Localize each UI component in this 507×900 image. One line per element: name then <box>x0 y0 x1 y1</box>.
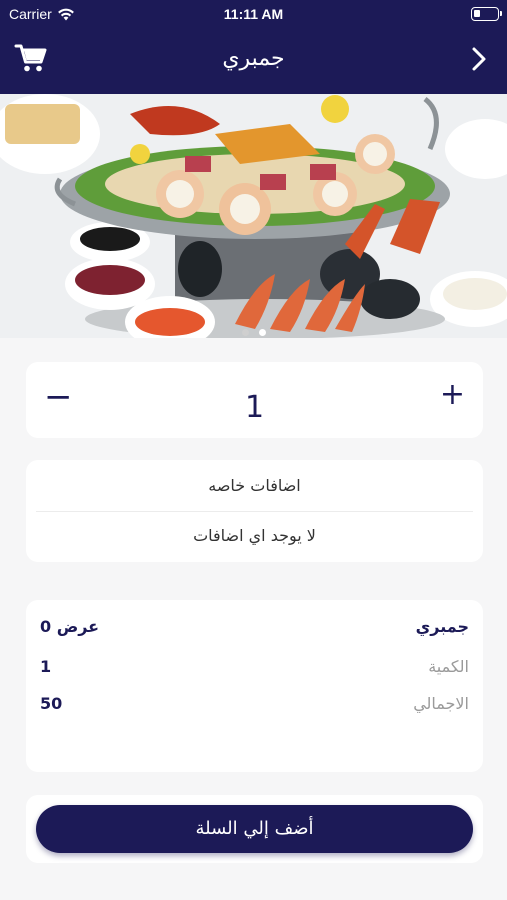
seafood-platter-image <box>0 94 507 338</box>
special-extras-section: اضافات خاصه لا يوجد اي اضافات <box>26 460 483 562</box>
status-bar: Carrier 11:11 AM <box>0 0 507 28</box>
add-to-cart-container: أضف إلي السلة <box>26 795 483 863</box>
offer-value: 0 عرض <box>40 617 100 636</box>
battery-icon <box>471 7 502 21</box>
summary-row-total: الاجمالي 50 <box>40 694 469 718</box>
navigation-bar: جمبري <box>0 28 507 94</box>
item-name: جمبري <box>415 617 469 636</box>
total-label: الاجمالي <box>413 694 469 713</box>
chevron-right-icon[interactable] <box>469 46 489 72</box>
product-image-carousel[interactable] <box>0 94 507 338</box>
summary-row-quantity: الكمية 1 <box>40 657 469 681</box>
page-title: جمبري <box>222 46 285 71</box>
increase-quantity-button[interactable]: + <box>440 380 465 410</box>
quantity-value: 1 <box>244 390 265 425</box>
order-summary: جمبري 0 عرض الكمية 1 الاجمالي 50 <box>26 600 483 772</box>
status-time: 11:11 AM <box>223 6 284 22</box>
quantity-stepper: − 1 + <box>26 362 483 438</box>
carousel-indicator[interactable] <box>0 329 507 336</box>
carousel-dot[interactable] <box>241 329 249 336</box>
extras-heading: اضافات خاصه <box>208 476 301 495</box>
no-extras-message: لا يوجد اي اضافات <box>193 526 316 545</box>
quantity-label: الكمية <box>428 657 469 676</box>
summary-row-item: جمبري 0 عرض <box>40 617 469 641</box>
add-to-cart-button[interactable]: أضف إلي السلة <box>36 805 473 853</box>
total-value: 50 <box>40 694 63 713</box>
divider <box>36 511 473 512</box>
quantity-summary-value: 1 <box>40 657 52 676</box>
carousel-dot-active[interactable] <box>258 329 266 336</box>
